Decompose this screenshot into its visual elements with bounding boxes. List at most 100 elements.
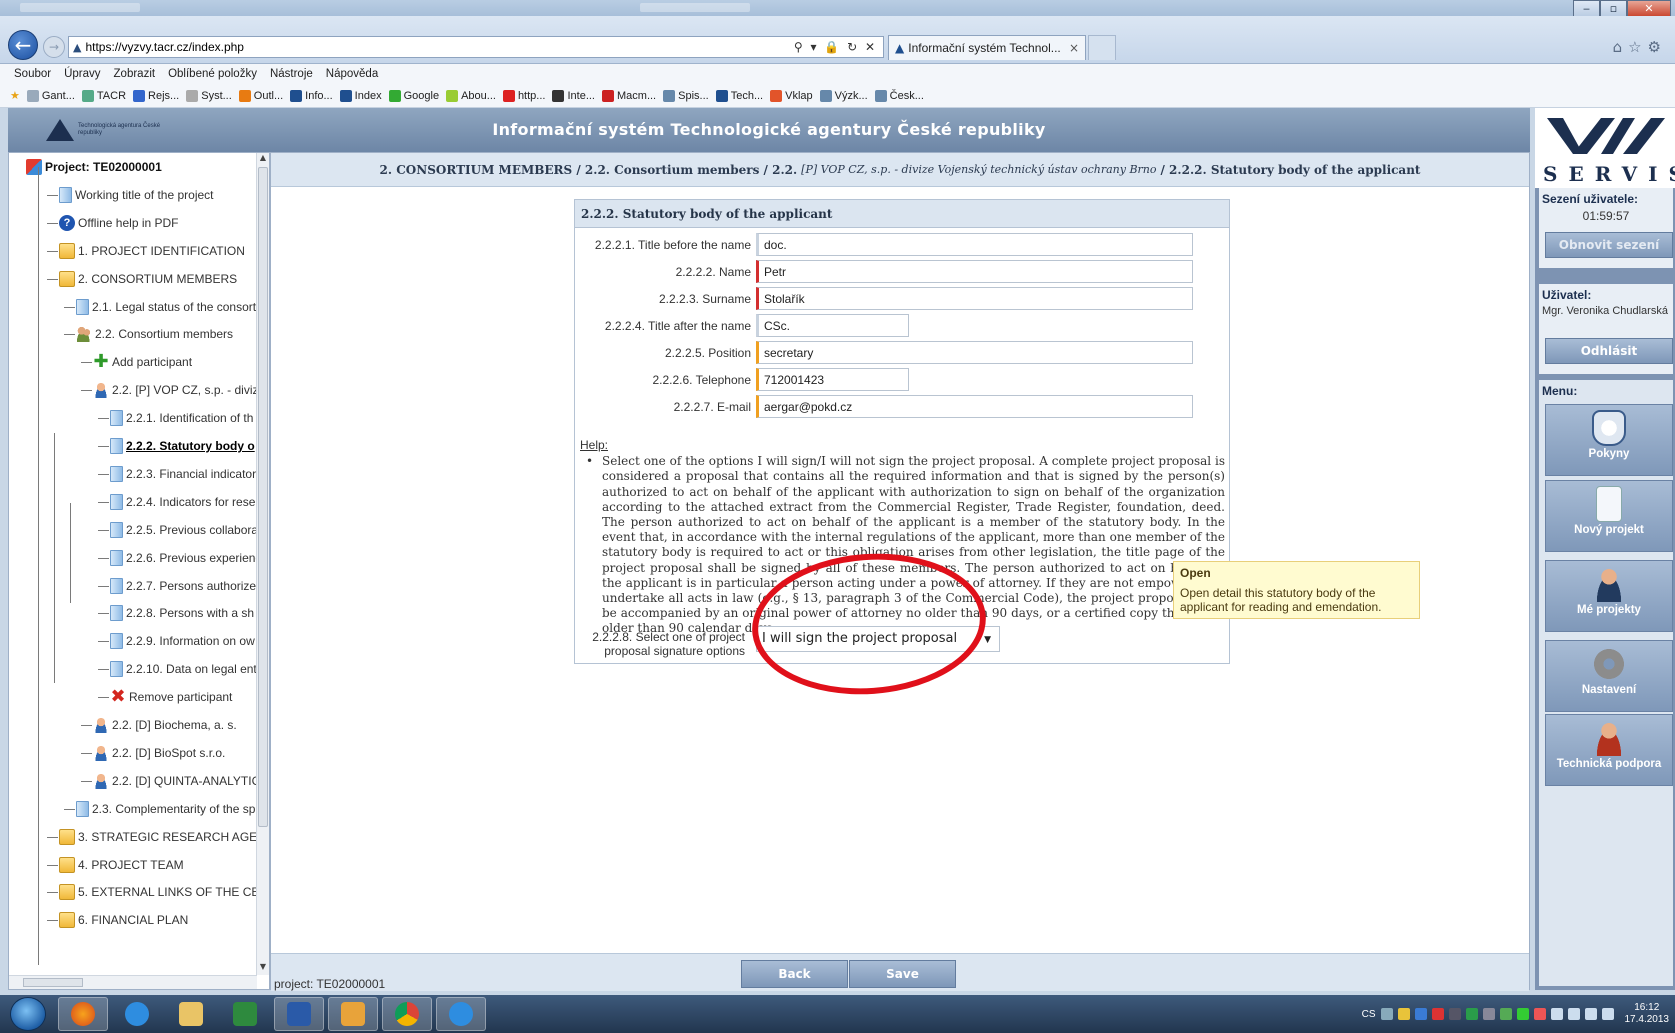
chevron-down-icon[interactable]: ▼	[984, 628, 991, 652]
favorite-link[interactable]: Inte...	[552, 89, 595, 102]
tree-item[interactable]: 2.2.2. Statutory body o	[110, 436, 255, 456]
favorite-link[interactable]: Outl...	[238, 89, 283, 102]
tree-vertical-scrollbar[interactable]: ▲ ▼	[256, 153, 269, 975]
battery-icon[interactable]	[1601, 1008, 1614, 1020]
tree-item[interactable]: 3. STRATEGIC RESEARCH AGENDA	[59, 827, 269, 847]
tree-item[interactable]: 2.2.3. Financial indicators	[110, 464, 262, 484]
tray-icon[interactable]	[1431, 1008, 1444, 1020]
explorer-taskbar-icon[interactable]	[166, 997, 216, 1031]
favorite-link[interactable]: Index	[339, 89, 382, 102]
surname-input[interactable]	[756, 287, 1193, 310]
email-input[interactable]	[756, 395, 1193, 418]
outlook-taskbar-icon[interactable]	[328, 997, 378, 1031]
favorite-link[interactable]: Info...	[290, 89, 333, 102]
logout-button[interactable]: Odhlásit	[1545, 338, 1673, 364]
tree-item[interactable]: 2.2.10. Data on legal ent	[110, 659, 257, 679]
forward-icon[interactable]: →	[43, 36, 65, 58]
tree-item[interactable]: 6. FINANCIAL PLAN	[59, 910, 188, 930]
breadcrumb-participant[interactable]: [P] VOP CZ, s.p. - divize Vojenský techn…	[801, 163, 1156, 176]
tree-item[interactable]: 2.2.6. Previous experienc	[110, 548, 261, 568]
favorite-link[interactable]: Vklap	[770, 89, 813, 102]
new-tab-button[interactable]	[1088, 35, 1116, 60]
tray-icon[interactable]	[1516, 1008, 1529, 1020]
favorite-link[interactable]: Google	[388, 89, 439, 102]
tree-item[interactable]: 2.2.9. Information on ow	[110, 631, 255, 651]
favorite-link[interactable]: http...	[502, 89, 545, 102]
tray-icon[interactable]	[1499, 1008, 1512, 1020]
menu-view[interactable]: Zobrazit	[114, 68, 156, 80]
menu-tile-my-projects[interactable]: Mé projekty	[1545, 560, 1673, 632]
address-bar[interactable]: ▲ https://vyzvy.tacr.cz/index.php ⚲ ▾ 🔒 …	[68, 36, 884, 58]
browser-tab[interactable]: ▲ Informační systém Technol... ×	[888, 35, 1086, 60]
clock[interactable]: 16:12 17.4.2013	[1625, 1002, 1670, 1026]
language-indicator[interactable]: CS	[1362, 1009, 1376, 1020]
tray-icon[interactable]	[1414, 1008, 1427, 1020]
tray-icon[interactable]	[1482, 1008, 1495, 1020]
address-tools-icon[interactable]: ⚲ ▾ 🔒 ↻ ✕	[794, 40, 877, 54]
favorites-star-icon[interactable]: ★	[10, 89, 20, 102]
position-input[interactable]	[756, 341, 1193, 364]
chrome-taskbar-icon[interactable]	[382, 997, 432, 1031]
menu-file[interactable]: Soubor	[14, 68, 51, 80]
name-input[interactable]	[756, 260, 1193, 283]
tree-item[interactable]: 2.2.4. Indicators for rese	[110, 492, 255, 512]
menu-favorites[interactable]: Oblíbené položky	[168, 68, 257, 80]
menu-tile-settings[interactable]: Nastavení	[1545, 640, 1673, 712]
scroll-down-icon[interactable]: ▼	[257, 962, 269, 975]
tray-icon[interactable]	[1380, 1008, 1393, 1020]
tree-item[interactable]: 2.2. [D] QUINTA-ANALYTICA	[93, 771, 268, 791]
title-after-input[interactable]	[756, 314, 909, 337]
telephone-input[interactable]	[756, 368, 909, 391]
tray-icon[interactable]	[1465, 1008, 1478, 1020]
volume-icon[interactable]	[1550, 1008, 1563, 1020]
tree-item[interactable]: ✖ Remove participant	[110, 687, 232, 707]
menu-tools[interactable]: Nástroje	[270, 68, 313, 80]
firefox-taskbar-icon[interactable]	[58, 997, 108, 1031]
tree-item[interactable]: 2.2. [D] BioSpot s.r.o.	[93, 743, 225, 763]
menu-tile-tech-support[interactable]: Technická podpora	[1545, 714, 1673, 786]
tree-item[interactable]: 1. PROJECT IDENTIFICATION	[59, 241, 245, 261]
tree-item[interactable]: 2.2. Consortium members	[76, 324, 233, 344]
favorite-link[interactable]: Rejs...	[133, 89, 179, 102]
title-before-input[interactable]	[756, 233, 1193, 256]
tree-item[interactable]: 2.2.7. Persons authorize	[110, 576, 256, 596]
tray-icon[interactable]	[1397, 1008, 1410, 1020]
back-button[interactable]: Back	[741, 960, 848, 988]
tab-close-icon[interactable]: ×	[1069, 41, 1079, 55]
tree-item[interactable]: 4. PROJECT TEAM	[59, 855, 184, 875]
favorite-link[interactable]: Spis...	[663, 89, 709, 102]
tray-icon[interactable]	[1448, 1008, 1461, 1020]
favorite-link[interactable]: Gant...	[26, 89, 75, 102]
breadcrumb-part[interactable]: 2. CONSORTIUM MEMBERS / 2.2. Consortium …	[380, 163, 798, 177]
favorite-link[interactable]: Tech...	[715, 89, 763, 102]
favorite-link[interactable]: Macm...	[602, 89, 656, 102]
tree-item[interactable]: 2. CONSORTIUM MEMBERS	[59, 269, 237, 289]
menu-help[interactable]: Nápověda	[326, 68, 378, 80]
tree-item[interactable]: ✚ Add participant	[93, 352, 192, 372]
tree-item[interactable]: 5. EXTERNAL LINKS OF THE CENTR	[59, 882, 269, 902]
flag-icon[interactable]	[1567, 1008, 1580, 1020]
tree-item[interactable]: Project: TE02000001	[26, 157, 162, 177]
scrollbar-thumb[interactable]	[258, 167, 268, 827]
tree-item[interactable]: 2.2.8. Persons with a sh	[110, 603, 254, 623]
menu-tile-new-project[interactable]: Nový projekt	[1545, 480, 1673, 552]
save-button[interactable]: Save	[849, 960, 956, 988]
tree-item[interactable]: 2.2. [D] Biochema, a. s.	[93, 715, 237, 735]
tree-item[interactable]: 2.3. Complementarity of the sp	[76, 799, 255, 819]
tree-item[interactable]: Working title of the project	[59, 185, 214, 205]
ie-taskbar-icon[interactable]	[112, 997, 162, 1031]
tree-item[interactable]: 2.2.5. Previous collabora	[110, 520, 258, 540]
tray-icon[interactable]	[1533, 1008, 1546, 1020]
favorite-link[interactable]: Syst...	[186, 89, 232, 102]
scroll-up-icon[interactable]: ▲	[257, 153, 269, 166]
menu-edit[interactable]: Úpravy	[64, 68, 100, 80]
excel-taskbar-icon[interactable]	[220, 997, 270, 1031]
tree-item[interactable]: 2.2.1. Identification of th	[110, 408, 253, 428]
tree-item[interactable]: ? Offline help in PDF	[59, 213, 179, 233]
start-button[interactable]	[10, 997, 46, 1031]
scrollbar-thumb[interactable]	[23, 978, 83, 987]
favorite-link[interactable]: Česk...	[874, 89, 924, 102]
favorite-link[interactable]: Abou...	[446, 89, 496, 102]
tree-item[interactable]: 2.2. [P] VOP CZ, s.p. - divize	[93, 380, 265, 400]
word-taskbar-icon[interactable]	[274, 997, 324, 1031]
